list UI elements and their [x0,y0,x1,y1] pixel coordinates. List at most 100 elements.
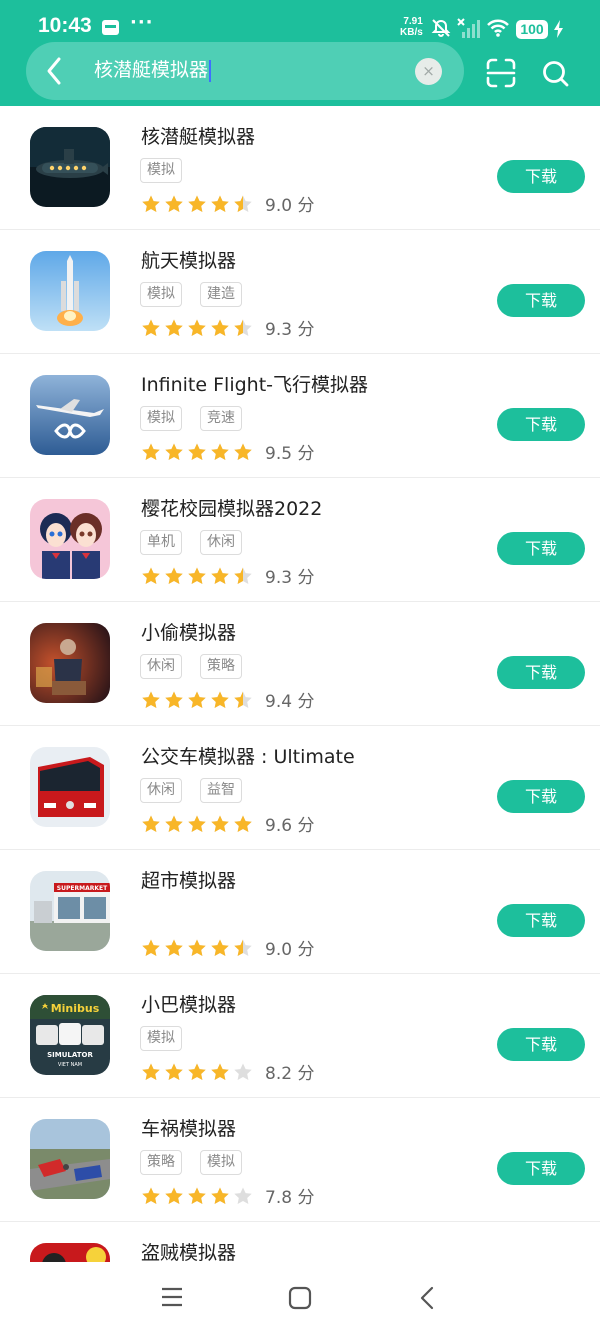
search-bar[interactable]: 核潜艇模拟器 × [26,42,464,100]
charging-bolt-icon [554,20,563,38]
app-score: 9.0 分 [265,196,315,216]
app-row-space[interactable]: 航天模拟器 模拟 建造 9.3 分 下载 [0,230,600,354]
app-score: 9.4 分 [265,692,315,712]
download-button[interactable]: 下载 [497,656,585,689]
app-row-submarine[interactable]: 核潜艇模拟器 模拟 9.0 分 下载 [0,106,600,230]
star-icon [211,939,229,956]
star-icon [165,815,183,832]
star-icon [188,939,206,956]
app-tag: 休闲 [140,778,182,803]
app-tags: 休闲 益智 [140,778,242,803]
star-icon [165,567,183,584]
rocket-app-icon[interactable] [30,251,110,331]
star-rating [141,566,253,586]
app-tags: 休闲 策略 [140,654,242,679]
minibus-logo-text: Minibus [51,1002,100,1015]
supermarket-app-icon[interactable]: SUPERMARKET [30,871,110,951]
star-icon [234,567,252,584]
app-row-sakura-school[interactable]: 樱花校园模拟器2022 单机 休闲 9.3 分 下载 [0,478,600,602]
search-icon[interactable] [542,60,570,88]
app-row-robber[interactable]: 盗贼模拟器 [0,1222,600,1262]
star-icon [142,691,160,708]
search-results-list[interactable]: 核潜艇模拟器 模拟 9.0 分 下载 航天模拟器 模拟 建造 9.3 分 下载 … [0,106,600,1262]
star-rating [141,690,253,710]
star-icon [142,815,160,832]
search-query-text: 核潜艇模拟器 [94,59,209,81]
star-rating [141,938,253,958]
app-tag: 策略 [140,1150,182,1175]
star-icon [211,1187,229,1204]
app-name[interactable]: 公交车模拟器 : Ultimate [141,742,355,769]
network-speed-unit: KB/s [400,27,423,38]
bus-app-icon[interactable] [30,747,110,827]
app-tags: 模拟 [140,158,182,183]
star-icon [142,1063,160,1080]
submarine-app-icon[interactable] [30,127,110,207]
star-icon [188,443,206,460]
download-button[interactable]: 下载 [497,780,585,813]
clear-search-button[interactable]: × [415,58,442,85]
app-name[interactable]: 航天模拟器 [141,246,236,273]
app-name[interactable]: 核潜艇模拟器 [141,122,255,149]
download-button[interactable]: 下载 [497,1028,585,1061]
app-name[interactable]: 小偷模拟器 [141,618,236,645]
star-icon [165,195,183,212]
app-name[interactable]: 超市模拟器 [141,866,236,893]
app-name[interactable]: 小巴模拟器 [141,990,236,1017]
car-crash-app-icon[interactable] [30,1119,110,1199]
app-row-bus[interactable]: 公交车模拟器 : Ultimate 休闲 益智 9.6 分 下载 [0,726,600,850]
star-icon [234,443,252,460]
star-icon [188,1063,206,1080]
app-rating: 9.4 分 [141,687,314,712]
star-icon [211,195,229,212]
minibus-simulator-text: SIMULATOR [47,1051,93,1059]
download-button[interactable]: 下载 [497,408,585,441]
anime-school-app-icon[interactable] [30,499,110,579]
scan-icon[interactable] [485,57,517,89]
star-icon [211,567,229,584]
app-row-infinite-flight[interactable]: Infinite Flight-飞行模拟器 模拟 竞速 9.5 分 下载 [0,354,600,478]
app-tag: 模拟 [200,1150,242,1175]
star-icon [165,1063,183,1080]
star-rating [141,318,253,338]
status-bar: 10:43 ··· 7.91 KB/s 100 [0,0,600,44]
app-row-supermarket[interactable]: SUPERMARKET 超市模拟器 9.0 分 下载 [0,850,600,974]
app-row-minibus[interactable]: Minibus SIMULATOR VIET NAM 小巴模拟器 模拟 8.2 … [0,974,600,1098]
network-speed-value: 7.91 [403,16,423,27]
app-row-car-crash[interactable]: 车祸模拟器 策略 模拟 7.8 分 下载 [0,1098,600,1222]
app-rating: 9.5 分 [141,439,314,464]
download-button[interactable]: 下载 [497,532,585,565]
download-button[interactable]: 下载 [497,284,585,317]
app-rating: 8.2 分 [141,1059,314,1084]
star-icon [165,319,183,336]
menu-icon[interactable] [160,1286,184,1308]
app-name[interactable]: 盗贼模拟器 [141,1238,236,1262]
download-button[interactable]: 下载 [497,904,585,937]
star-icon [211,691,229,708]
app-name[interactable]: 樱花校园模拟器2022 [141,494,322,521]
star-icon [234,691,252,708]
app-tag: 建造 [200,282,242,307]
minibus-vietnam-text: VIET NAM [58,1062,82,1068]
app-name[interactable]: 车祸模拟器 [141,1114,236,1141]
minibus-app-icon[interactable]: Minibus SIMULATOR VIET NAM [30,995,110,1075]
app-rating: 9.0 分 [141,191,314,216]
app-tag: 益智 [200,778,242,803]
back-arrow-icon[interactable] [44,56,66,86]
star-icon [142,567,160,584]
battery-level: 100 [516,20,548,39]
search-input[interactable]: 核潜艇模拟器 [94,57,212,83]
download-button[interactable]: 下载 [497,1152,585,1185]
home-icon[interactable] [288,1286,312,1310]
app-row-thief[interactable]: 小偷模拟器 休闲 策略 9.4 分 下载 [0,602,600,726]
robber-app-icon[interactable] [30,1243,110,1262]
app-tag: 单机 [140,530,182,555]
star-icon [142,1187,160,1204]
thief-app-icon[interactable] [30,623,110,703]
back-icon[interactable] [418,1286,436,1310]
text-cursor [209,59,212,82]
star-rating [141,194,253,214]
airplane-app-icon[interactable] [30,375,110,455]
app-name[interactable]: Infinite Flight-飞行模拟器 [141,370,368,397]
download-button[interactable]: 下载 [497,160,585,193]
